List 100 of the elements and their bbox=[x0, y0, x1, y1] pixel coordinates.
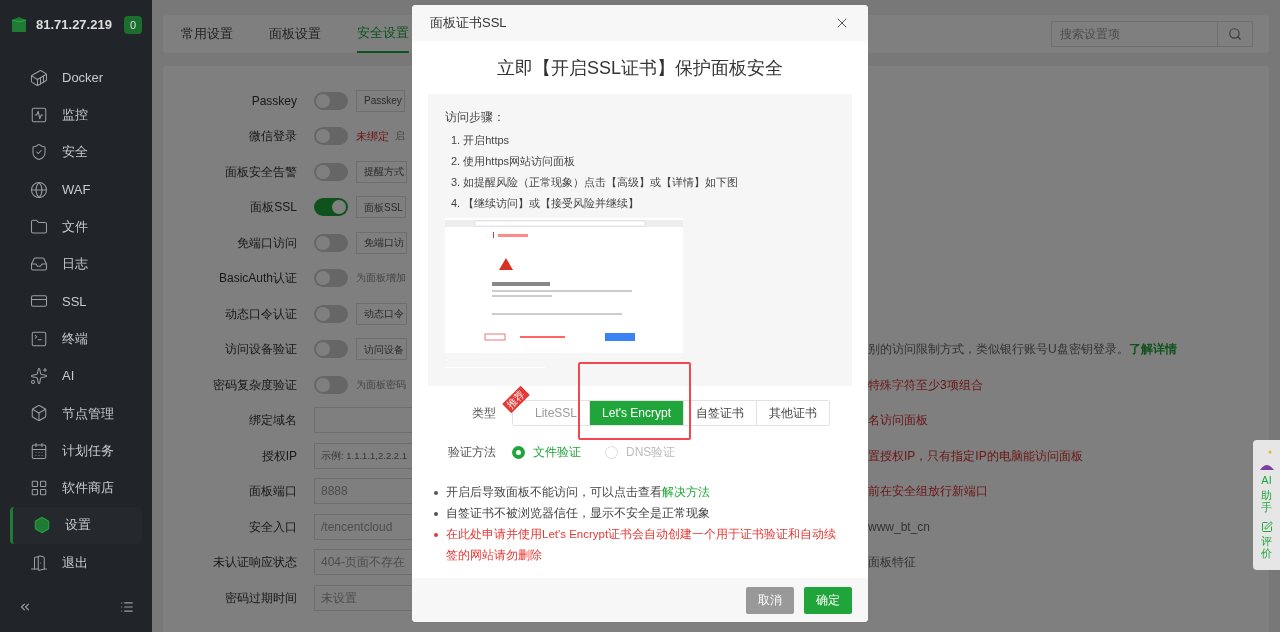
toggle-switch[interactable] bbox=[314, 340, 348, 359]
toggle-switch[interactable] bbox=[314, 304, 348, 323]
folder-icon bbox=[30, 217, 48, 236]
sidebar-item[interactable]: WAF bbox=[10, 170, 142, 209]
step-text: 2. 使用https网站访问面板 bbox=[450, 154, 577, 169]
terminal-icon bbox=[30, 329, 48, 348]
setting-label: 动态口令认证 bbox=[224, 305, 297, 323]
assistant-label: 助手 bbox=[1261, 488, 1272, 513]
type-tab[interactable]: Let's Encrypt bbox=[589, 401, 684, 425]
sidebar-item[interactable]: 软件商店 bbox=[10, 469, 142, 507]
chart-icon bbox=[30, 105, 48, 124]
collapse-icon[interactable] bbox=[18, 600, 32, 614]
config-button[interactable]: 提醒方式 bbox=[356, 160, 407, 183]
sidebar-item[interactable]: 安全 bbox=[10, 133, 142, 171]
review-label: 评价 bbox=[1261, 534, 1272, 559]
note-text: 开启后导致面板不能访问，可以点击查看解决方法 bbox=[446, 485, 710, 500]
count-badge: 0 bbox=[123, 15, 142, 35]
side-widget[interactable]: AI 助手 评价 bbox=[1253, 440, 1280, 570]
setting-label: 免端口访问 bbox=[236, 234, 297, 252]
config-button[interactable]: Passkey bbox=[356, 89, 405, 112]
setting-label: BasicAuth认证 bbox=[217, 270, 297, 288]
step-text: 4. 【继续访问】或【接受风险并继续】 bbox=[450, 196, 641, 211]
radio-option[interactable]: DNS验证 bbox=[605, 443, 676, 461]
container-icon bbox=[30, 68, 48, 87]
note-text: 在此处申请并使用Let's Encrypt证书会自动创建一个用于证书验证和自动续签的网站请勿删除 bbox=[446, 527, 838, 563]
grid-icon bbox=[30, 478, 48, 497]
logo-icon bbox=[10, 16, 28, 34]
setting-note: 别的访问限制方式，类似银行账号U盘密钥登录。了解详情 bbox=[868, 342, 1177, 357]
settings-tab[interactable]: 常用设置 bbox=[181, 15, 233, 53]
globe-icon bbox=[30, 180, 48, 199]
type-label: 类型 bbox=[471, 405, 496, 422]
cube-icon bbox=[30, 404, 48, 423]
modal-title: 面板证书SSL bbox=[430, 14, 507, 33]
setting-note: 前在安全组放行新端口 bbox=[868, 484, 988, 499]
input-field[interactable]: 示例: 1.1.1.1,2.2.2.1 bbox=[314, 442, 412, 469]
details-link[interactable]: 了解详情 bbox=[1128, 342, 1177, 357]
settings-tab[interactable]: 面板设置 bbox=[269, 15, 321, 53]
setting-note: 名访问面板 bbox=[868, 413, 928, 428]
config-button[interactable]: 动态口令 bbox=[356, 302, 407, 325]
method-label: 验证方法 bbox=[447, 444, 496, 461]
config-button[interactable]: 免端口访 bbox=[356, 231, 407, 254]
ai-label: AI bbox=[1261, 473, 1272, 488]
sidebar-item[interactable]: 计划任务 bbox=[10, 431, 142, 470]
door-icon bbox=[30, 553, 48, 572]
menu-icon[interactable] bbox=[120, 600, 134, 614]
step-text: 3. 如提醒风险（正常现象）点击【高级】或【详情】如下图 bbox=[450, 175, 740, 190]
setting-label: 访问设备验证 bbox=[224, 341, 297, 359]
setting-label: Passkey bbox=[250, 92, 297, 110]
toggle-switch[interactable] bbox=[314, 375, 348, 394]
settings-tab[interactable]: 安全设置 bbox=[357, 15, 409, 53]
confirm-button[interactable]: 确定 bbox=[804, 586, 852, 614]
setting-label: 安全入口 bbox=[248, 518, 297, 536]
setting-note: www_bt_cn bbox=[868, 519, 931, 534]
setting-label: 微信登录 bbox=[248, 128, 297, 146]
type-tab[interactable]: 其他证书 bbox=[756, 401, 830, 425]
sidebar-item[interactable]: 设置 bbox=[10, 506, 142, 544]
setting-label: 未认证响应状态 bbox=[212, 554, 297, 572]
note-text: 自签证书不被浏览器信任，显示不安全是正常现象 bbox=[446, 506, 710, 521]
setting-label: 绑定域名 bbox=[248, 412, 297, 430]
steps-title: 访问步骤： bbox=[445, 109, 506, 126]
setting-label: 面板安全告警 bbox=[224, 163, 297, 181]
setting-label: 面板端口 bbox=[248, 483, 297, 501]
sparkle-icon bbox=[30, 367, 48, 385]
host-address: 81.71.27.219 bbox=[36, 16, 113, 35]
modal-heading: 立即【开启SSL证书】保护面板安全 bbox=[497, 57, 783, 80]
config-button[interactable]: 访问设备 bbox=[356, 338, 407, 361]
setting-label: 授权IP bbox=[260, 447, 297, 465]
toggle-switch[interactable] bbox=[314, 127, 348, 146]
toggle-switch[interactable] bbox=[314, 233, 348, 252]
toggle-switch[interactable] bbox=[314, 91, 348, 110]
config-button[interactable]: 面板SSL bbox=[356, 196, 406, 219]
sidebar-item[interactable]: SSL bbox=[10, 282, 142, 321]
inbox-icon bbox=[30, 255, 48, 274]
sidebar-item[interactable]: 日志 bbox=[10, 245, 142, 283]
status-text: 未绑定 bbox=[356, 129, 389, 144]
sidebar-item[interactable]: Docker bbox=[10, 59, 142, 97]
solution-link[interactable]: 解决方法 bbox=[662, 486, 710, 498]
sidebar-item[interactable]: 监控 bbox=[10, 96, 142, 134]
toggle-switch[interactable] bbox=[314, 198, 348, 217]
edit-icon bbox=[1260, 520, 1273, 533]
sidebar-item[interactable]: 退出 bbox=[10, 543, 142, 582]
toggle-switch[interactable] bbox=[314, 269, 348, 288]
toggle-switch[interactable] bbox=[314, 162, 348, 181]
search-icon[interactable] bbox=[1228, 27, 1242, 41]
settings-icon bbox=[33, 516, 51, 535]
shield-icon bbox=[30, 143, 48, 162]
sidebar-item[interactable]: 文件 bbox=[10, 208, 142, 246]
setting-label: 面板SSL bbox=[249, 199, 297, 217]
setting-note: 面板特征 bbox=[868, 555, 916, 570]
setting-note: 特殊字符至少3项组合 bbox=[868, 377, 983, 392]
setting-label: 密码过期时间 bbox=[224, 589, 297, 607]
setting-label: 密码复杂度验证 bbox=[212, 376, 297, 394]
setting-note: 置授权IP，只有指定IP的电脑能访问面板 bbox=[868, 448, 1083, 463]
radio-option[interactable]: 文件验证 bbox=[512, 443, 581, 461]
sidebar-item[interactable]: AI bbox=[10, 357, 142, 395]
sidebar-item[interactable]: 节点管理 bbox=[10, 394, 142, 432]
sidebar-item[interactable]: 终端 bbox=[10, 320, 142, 358]
calendar-icon bbox=[30, 441, 48, 460]
cancel-button[interactable]: 取消 bbox=[746, 586, 794, 614]
step-text: 1. 开启https bbox=[450, 133, 511, 148]
